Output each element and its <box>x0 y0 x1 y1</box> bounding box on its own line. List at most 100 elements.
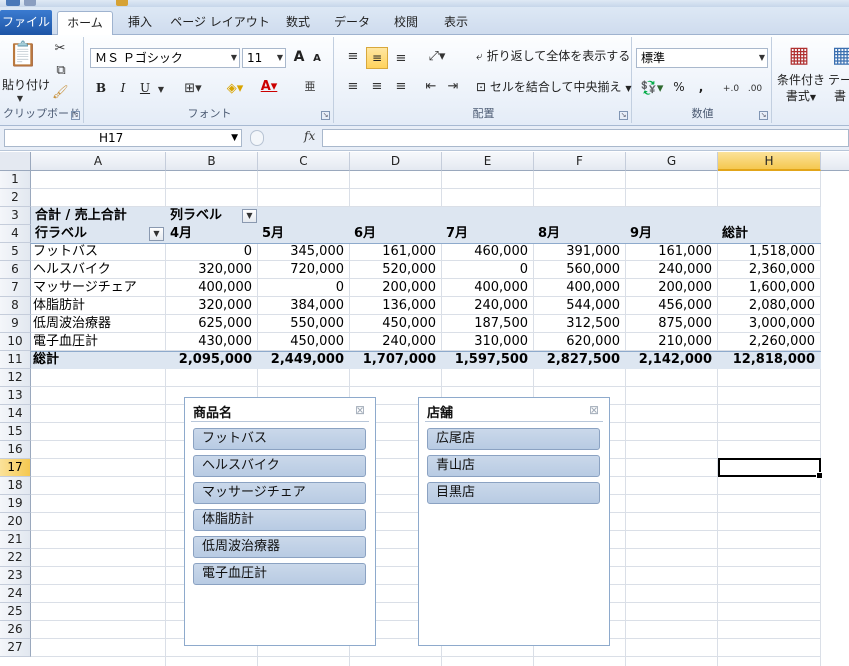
row-header-13[interactable]: 13 <box>0 387 31 405</box>
row-header-22[interactable]: 22 <box>0 549 31 567</box>
pivot-month-header[interactable]: 総計 <box>722 225 748 243</box>
pivot-row-value[interactable]: 312,500 <box>534 315 626 333</box>
phonetic-icon[interactable]: 亜 <box>302 79 318 95</box>
pivot-grand-total-value[interactable]: 2,142,000 <box>626 351 718 369</box>
row-header-4[interactable]: 4 <box>0 225 31 243</box>
pivot-row-value[interactable]: 240,000 <box>350 333 442 351</box>
row-header-23[interactable]: 23 <box>0 567 31 585</box>
conditional-format-button[interactable]: 条件付き <box>776 73 826 89</box>
font-color-icon[interactable]: A▾ <box>256 79 282 95</box>
clear-filter-icon[interactable]: ⊠ <box>355 403 365 417</box>
shrink-font-button[interactable]: A <box>310 49 324 71</box>
tab-page-layout[interactable]: ページ レイアウト <box>170 11 270 35</box>
pivot-row-value[interactable]: 391,000 <box>534 243 626 261</box>
grow-font-button[interactable]: A <box>290 47 308 69</box>
pivot-row-value[interactable]: 136,000 <box>350 297 442 315</box>
pivot-month-header[interactable]: 7月 <box>446 225 468 243</box>
pivot-month-header[interactable]: 6月 <box>354 225 376 243</box>
column-header-f[interactable]: F <box>534 152 626 171</box>
format-as-table-icon[interactable]: ▦ <box>832 41 849 71</box>
cut-icon[interactable]: ✂ <box>52 41 68 57</box>
pivot-row-value[interactable]: 161,000 <box>350 243 442 261</box>
tab-data[interactable]: データ <box>328 11 376 35</box>
underline-dropdown-icon[interactable]: ▼ <box>156 82 166 98</box>
underline-button[interactable]: U <box>136 78 154 100</box>
row-header-5[interactable]: 5 <box>0 243 31 261</box>
decrease-decimal-icon[interactable]: .00 <box>744 81 766 97</box>
pivot-row-value[interactable]: 320,000 <box>166 261 258 279</box>
pivot-row-value[interactable]: 320,000 <box>166 297 258 315</box>
align-bottom-icon[interactable]: ≡ <box>392 51 410 67</box>
row-header-27[interactable]: 27 <box>0 639 31 657</box>
pivot-row-value[interactable]: 875,000 <box>626 315 718 333</box>
pivot-row-value[interactable]: 0 <box>166 243 258 261</box>
align-left-icon[interactable]: ≡ <box>344 79 362 95</box>
alignment-launcher-icon[interactable]: ↘ <box>619 111 628 120</box>
row-header-6[interactable]: 6 <box>0 261 31 279</box>
border-icon[interactable]: ⊞▾ <box>180 81 206 97</box>
clipboard-launcher-icon[interactable]: ↘ <box>71 111 80 120</box>
pivot-row-value[interactable]: 3,000,000 <box>718 315 821 333</box>
row-header-7[interactable]: 7 <box>0 279 31 297</box>
formula-bar-handle[interactable] <box>250 130 264 146</box>
pivot-row-value[interactable]: 2,260,000 <box>718 333 821 351</box>
orientation-icon[interactable]: ⤢▾ <box>424 49 450 65</box>
pivot-month-header[interactable]: 5月 <box>262 225 284 243</box>
font-launcher-icon[interactable]: ↘ <box>321 111 330 120</box>
fill-color-icon[interactable]: ◈▾ <box>222 81 248 97</box>
pivot-row-value[interactable]: 625,000 <box>166 315 258 333</box>
pivot-row-value[interactable]: 0 <box>442 261 534 279</box>
pivot-grand-total-value[interactable]: 1,707,000 <box>350 351 442 369</box>
copy-icon[interactable]: ⧉ <box>50 63 72 79</box>
pivot-row-label[interactable]: マッサージチェア <box>33 279 137 297</box>
tab-review[interactable]: 校閲 <box>386 11 426 35</box>
tab-formulas[interactable]: 数式 <box>278 11 318 35</box>
row-header-24[interactable]: 24 <box>0 585 31 603</box>
slicer-item[interactable]: マッサージチェア <box>193 482 366 504</box>
pivot-row-value[interactable]: 430,000 <box>166 333 258 351</box>
pivot-row-value[interactable]: 161,000 <box>626 243 718 261</box>
font-name-combo[interactable]: ＭＳ Ｐゴシック ▼ <box>90 48 240 68</box>
column-filter-dropdown-icon[interactable]: ▼ <box>242 209 257 223</box>
pivot-row-value[interactable]: 550,000 <box>258 315 350 333</box>
pivot-row-value[interactable]: 544,000 <box>534 297 626 315</box>
pivot-row-value[interactable]: 450,000 <box>350 315 442 333</box>
pivot-row-value[interactable]: 460,000 <box>442 243 534 261</box>
slicer-item[interactable]: 目黒店 <box>427 482 600 504</box>
pivot-row-value[interactable]: 560,000 <box>534 261 626 279</box>
pivot-grand-total-value[interactable]: 2,827,500 <box>534 351 626 369</box>
pivot-row-value[interactable]: 620,000 <box>534 333 626 351</box>
pivot-row-label[interactable]: フットバス <box>33 243 98 261</box>
tab-view[interactable]: 表示 <box>436 11 476 35</box>
paste-icon[interactable]: 📋 <box>8 39 38 69</box>
column-header-g[interactable]: G <box>626 152 718 171</box>
active-cell-h17[interactable] <box>718 458 823 479</box>
pivot-row-value[interactable]: 1,600,000 <box>718 279 821 297</box>
pivot-grand-total-value[interactable]: 2,449,000 <box>258 351 350 369</box>
row-header-26[interactable]: 26 <box>0 621 31 639</box>
pivot-row-label[interactable]: 低周波治療器 <box>33 315 111 333</box>
pivot-grand-total-value[interactable]: 2,095,000 <box>166 351 258 369</box>
pivot-grand-total-value[interactable]: 1,597,500 <box>442 351 534 369</box>
pivot-row-value[interactable]: 384,000 <box>258 297 350 315</box>
tab-insert[interactable]: 挿入 <box>118 11 162 35</box>
pivot-row-value[interactable]: 456,000 <box>626 297 718 315</box>
pivot-row-value[interactable]: 400,000 <box>166 279 258 297</box>
pivot-row-value[interactable]: 2,360,000 <box>718 261 821 279</box>
conditional-format-button-line2[interactable]: 書式▼ <box>778 89 824 105</box>
pivot-row-value[interactable]: 720,000 <box>258 261 350 279</box>
slicer-item[interactable]: ヘルスバイク <box>193 455 366 477</box>
pivot-row-value[interactable]: 200,000 <box>626 279 718 297</box>
row-header-12[interactable]: 12 <box>0 369 31 387</box>
pivot-row-value[interactable]: 310,000 <box>442 333 534 351</box>
row-header-9[interactable]: 9 <box>0 315 31 333</box>
format-as-table-button-line2[interactable]: 書 <box>834 89 849 105</box>
pivot-row-value[interactable]: 200,000 <box>350 279 442 297</box>
row-header-18[interactable]: 18 <box>0 477 31 495</box>
conditional-format-icon[interactable]: ▦ <box>786 41 812 71</box>
pivot-row-value[interactable]: 240,000 <box>626 261 718 279</box>
quick-access-icon[interactable] <box>116 0 128 6</box>
percent-button[interactable]: % <box>670 77 688 99</box>
select-all-corner[interactable] <box>0 152 31 171</box>
column-header-i[interactable] <box>821 152 849 171</box>
